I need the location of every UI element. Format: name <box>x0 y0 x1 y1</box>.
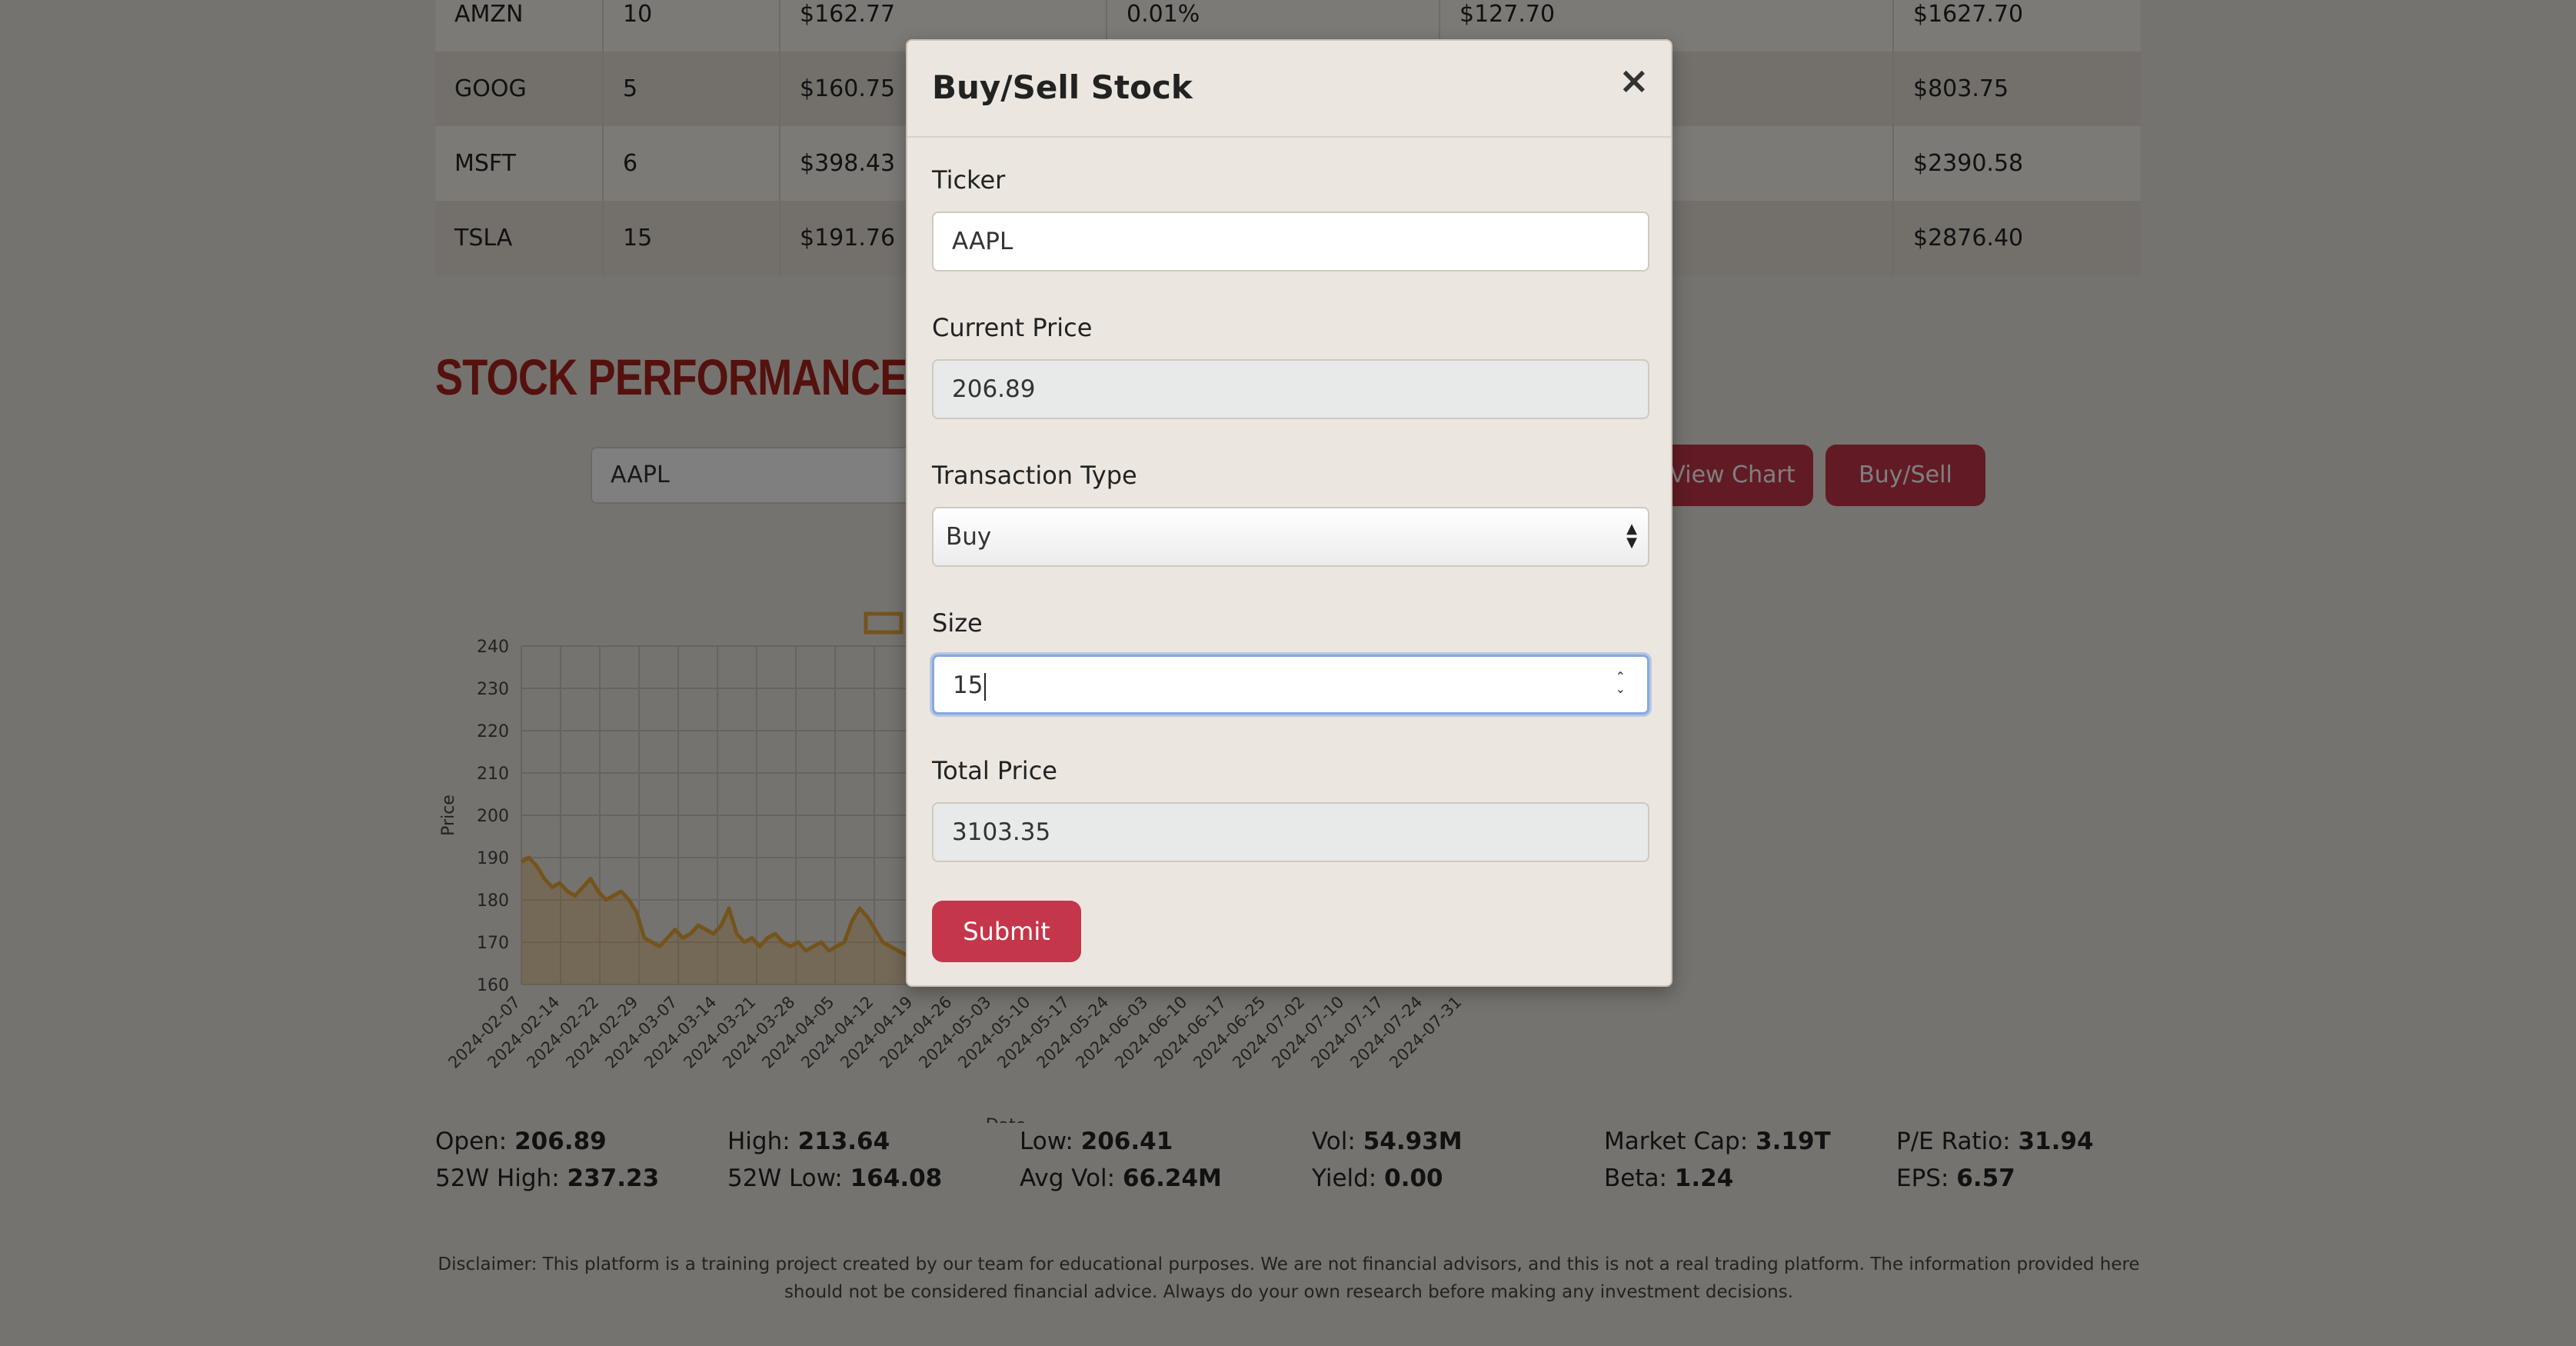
transaction-type-select[interactable]: Buy ▲ ▼ <box>932 507 1649 567</box>
buy-sell-modal: Buy/Sell Stock × Ticker AAPL Current Pri… <box>906 39 1672 987</box>
size-value: 15 <box>953 671 983 699</box>
ticker-label: Ticker <box>932 165 1006 195</box>
current-price-label: Current Price <box>932 313 1093 342</box>
total-price-field: 3103.35 <box>932 802 1649 862</box>
modal-title: Buy/Sell Stock <box>932 68 1193 106</box>
total-price-label: Total Price <box>932 756 1057 785</box>
modal-header: Buy/Sell Stock × <box>907 41 1671 138</box>
ticker-field[interactable]: AAPL <box>932 212 1649 272</box>
close-icon[interactable]: × <box>1619 62 1649 99</box>
spinner-icon[interactable]: ⌃ ⌄ <box>1616 671 1626 695</box>
submit-button[interactable]: Submit <box>932 901 1081 962</box>
page: AMZN10$162.770.01%$127.70$1627.70GOOG5$1… <box>0 0 2576 1346</box>
size-input[interactable]: 15 ⌃ ⌄ <box>932 655 1649 715</box>
current-price-field: 206.89 <box>932 359 1649 419</box>
text-caret <box>984 672 987 701</box>
transaction-type-value: Buy <box>946 523 992 551</box>
transaction-type-label: Transaction Type <box>932 461 1137 490</box>
select-arrows-icon: ▲ ▼ <box>1626 521 1637 551</box>
size-label: Size <box>932 608 983 638</box>
